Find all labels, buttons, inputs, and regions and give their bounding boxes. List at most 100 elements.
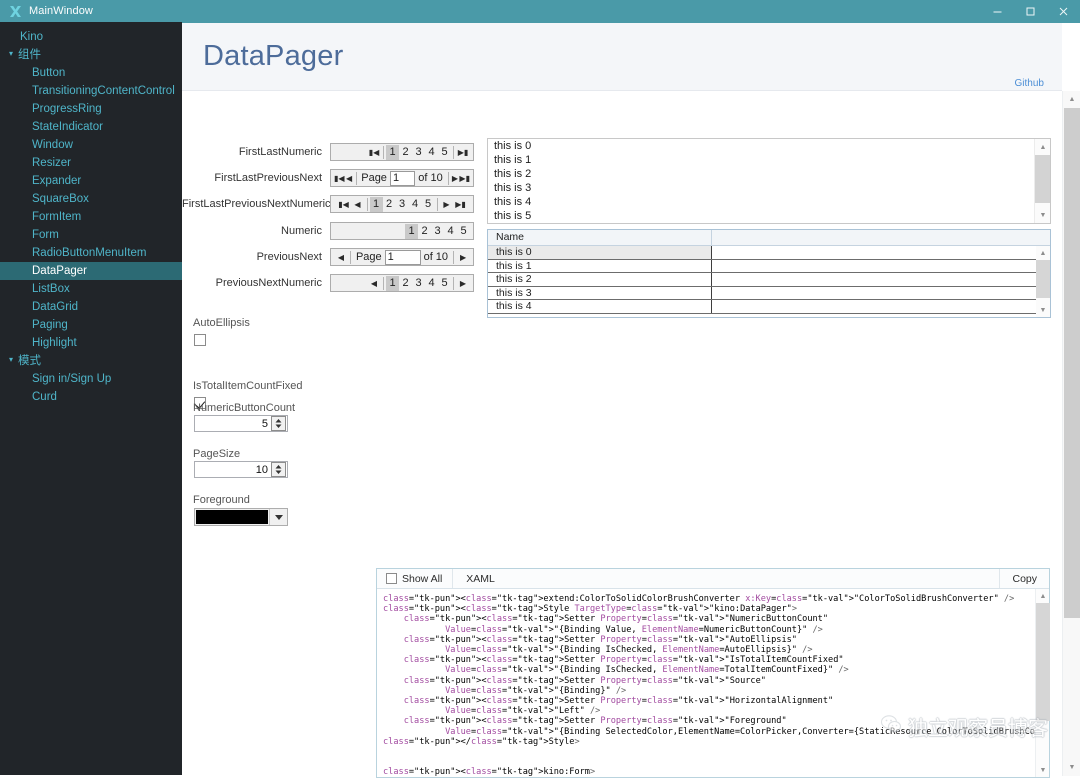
- sidebar-item-radiobuttonmenuitem[interactable]: RadioButtonMenuItem: [0, 244, 182, 262]
- listbox-scrollbar[interactable]: ▲ ▼: [1034, 139, 1050, 223]
- scrollbar-thumb[interactable]: [1035, 155, 1050, 203]
- last-page-icon[interactable]: ▶▮: [459, 170, 470, 186]
- stepper-arrows-icon[interactable]: [271, 462, 286, 477]
- sidebar-item-stateindicator[interactable]: StateIndicator: [0, 118, 182, 136]
- table-row[interactable]: this is 1: [488, 259, 1050, 273]
- sidebar-item-curd[interactable]: Curd: [0, 388, 182, 406]
- page-number-input[interactable]: 1: [384, 249, 421, 265]
- scroll-up-icon[interactable]: ▲: [1035, 139, 1050, 155]
- sidebar-item-paging[interactable]: Paging: [0, 316, 182, 334]
- sidebar-item-listbox[interactable]: ListBox: [0, 280, 182, 298]
- page-number-button[interactable]: 5: [457, 224, 470, 239]
- scrollbar-thumb[interactable]: [1036, 603, 1050, 721]
- code-viewer[interactable]: class="tk-pun"><class="tk-tag">extend:Co…: [377, 589, 1049, 777]
- page-number-button[interactable]: 1: [369, 196, 383, 212]
- sidebar-item-resizer[interactable]: Resizer: [0, 154, 182, 172]
- sidebar-item-datapager[interactable]: DataPager: [0, 262, 182, 280]
- sidebar-item-datagrid[interactable]: DataGrid: [0, 298, 182, 316]
- sidebar-item-window[interactable]: Window: [0, 136, 182, 154]
- github-link[interactable]: Github: [1015, 78, 1044, 89]
- first-page-icon[interactable]: ▮◀: [367, 144, 381, 160]
- page-number-button[interactable]: 2: [418, 224, 431, 239]
- scrollbar-thumb[interactable]: [1064, 108, 1080, 618]
- table-row[interactable]: this is 2: [488, 273, 1050, 287]
- list-item[interactable]: this is 2: [488, 167, 1033, 181]
- sidebar-group-components[interactable]: ▾ 组件: [0, 46, 182, 64]
- datapager-firstlastnumeric[interactable]: ▮◀ 1 2 3 4 5 ▶▮: [330, 143, 474, 161]
- page-number-button[interactable]: 1: [386, 275, 399, 291]
- datapager-previousnextnumeric[interactable]: ◀ 1 2 3 4 5 ▶: [330, 274, 474, 292]
- datapager-numeric[interactable]: 1 2 3 4 5: [330, 222, 474, 240]
- sidebar-item-kino[interactable]: Kino: [0, 28, 182, 46]
- page-number-button[interactable]: 3: [431, 224, 444, 239]
- scroll-down-icon[interactable]: ▼: [1063, 759, 1080, 776]
- pagesize-stepper[interactable]: 10: [194, 461, 288, 478]
- sidebar-item-signin-signup[interactable]: Sign in/Sign Up: [0, 370, 182, 388]
- tab-xaml[interactable]: XAML: [453, 569, 508, 588]
- sidebar-item-progressring[interactable]: ProgressRing: [0, 100, 182, 118]
- previous-page-icon[interactable]: ◀: [367, 275, 381, 291]
- page-number-button[interactable]: 4: [425, 145, 438, 160]
- page-number-button[interactable]: 1: [386, 144, 399, 160]
- page-number-button[interactable]: 3: [412, 276, 425, 291]
- minimize-icon[interactable]: [981, 0, 1014, 22]
- scroll-down-icon[interactable]: ▼: [1036, 303, 1050, 317]
- sidebar-item-highlight[interactable]: Highlight: [0, 334, 182, 352]
- numericbuttoncount-stepper[interactable]: 5: [194, 415, 288, 432]
- table-row[interactable]: this is 0: [488, 246, 1050, 260]
- first-page-icon[interactable]: ▮◀: [337, 196, 351, 212]
- page-number-button[interactable]: 5: [422, 197, 435, 212]
- maximize-icon[interactable]: [1014, 0, 1047, 22]
- numericbuttoncount-value[interactable]: 5: [195, 418, 271, 430]
- next-page-icon[interactable]: ▶: [456, 249, 470, 265]
- next-page-icon[interactable]: ▶: [450, 170, 459, 186]
- next-page-icon[interactable]: ▶: [440, 196, 454, 212]
- page-number-button[interactable]: 2: [399, 276, 412, 291]
- next-page-icon[interactable]: ▶: [456, 275, 470, 291]
- sidebar-item-form[interactable]: Form: [0, 226, 182, 244]
- code-scrollbar[interactable]: ▲ ▼: [1035, 589, 1050, 777]
- list-item[interactable]: this is 3: [488, 181, 1033, 195]
- autoellipsis-checkbox[interactable]: [194, 334, 206, 346]
- table-row[interactable]: this is 4: [488, 300, 1050, 314]
- column-header-blank[interactable]: [712, 230, 1050, 245]
- datapager-firstlastpreviousnext[interactable]: ▮◀ ◀ Page 1 of 10 ▶ ▶▮: [330, 169, 474, 187]
- page-number-button[interactable]: 3: [396, 197, 409, 212]
- pagesize-value[interactable]: 10: [195, 464, 271, 476]
- page-number-button[interactable]: 4: [444, 224, 457, 239]
- page-number-button[interactable]: 4: [425, 276, 438, 291]
- page-number-button[interactable]: 2: [383, 197, 396, 212]
- scroll-up-icon[interactable]: ▲: [1036, 589, 1050, 603]
- page-number-button[interactable]: 5: [438, 145, 451, 160]
- last-page-icon[interactable]: ▶▮: [456, 144, 470, 160]
- datapager-previousnext[interactable]: ◀ Page 1 of 10 ▶: [330, 248, 474, 266]
- previous-page-icon[interactable]: ◀: [351, 196, 365, 212]
- last-page-icon[interactable]: ▶▮: [454, 196, 468, 212]
- list-item[interactable]: this is 1: [488, 153, 1033, 167]
- page-number-input[interactable]: 1: [389, 170, 416, 186]
- datagrid-scrollbar[interactable]: ▲ ▼: [1036, 246, 1050, 317]
- list-item[interactable]: this is 0: [488, 139, 1033, 153]
- foreground-color-picker[interactable]: [194, 508, 288, 526]
- page-number-button[interactable]: 1: [405, 223, 418, 239]
- table-row[interactable]: this is 3: [488, 286, 1050, 300]
- stepper-arrows-icon[interactable]: [271, 416, 286, 431]
- scroll-up-icon[interactable]: ▲: [1036, 246, 1050, 260]
- datagrid[interactable]: Name this is 0 this is 1 this is 2 this …: [487, 229, 1051, 318]
- datapager-firstlastpreviousnextnumeric[interactable]: ▮◀ ◀ 1 2 3 4 5 ▶ ▶▮: [330, 195, 474, 213]
- page-vertical-scrollbar[interactable]: ▲ ▼: [1062, 91, 1080, 776]
- sidebar-item-button[interactable]: Button: [0, 64, 182, 82]
- copy-button[interactable]: Copy: [999, 569, 1049, 588]
- page-number-button[interactable]: 4: [409, 197, 422, 212]
- previous-page-icon[interactable]: ◀: [345, 170, 354, 186]
- list-item[interactable]: this is 5: [488, 209, 1033, 223]
- sidebar-group-patterns[interactable]: ▾ 模式: [0, 352, 182, 370]
- previous-page-icon[interactable]: ◀: [334, 249, 348, 265]
- sidebar-item-transitioningcontentcontrol[interactable]: TransitioningContentControl: [0, 82, 182, 100]
- listbox[interactable]: this is 0 this is 1 this is 2 this is 3 …: [487, 138, 1051, 224]
- scroll-down-icon[interactable]: ▼: [1035, 207, 1050, 223]
- scroll-up-icon[interactable]: ▲: [1063, 91, 1080, 108]
- page-number-button[interactable]: 2: [399, 145, 412, 160]
- list-item[interactable]: this is 4: [488, 195, 1033, 209]
- scrollbar-thumb[interactable]: [1036, 260, 1050, 298]
